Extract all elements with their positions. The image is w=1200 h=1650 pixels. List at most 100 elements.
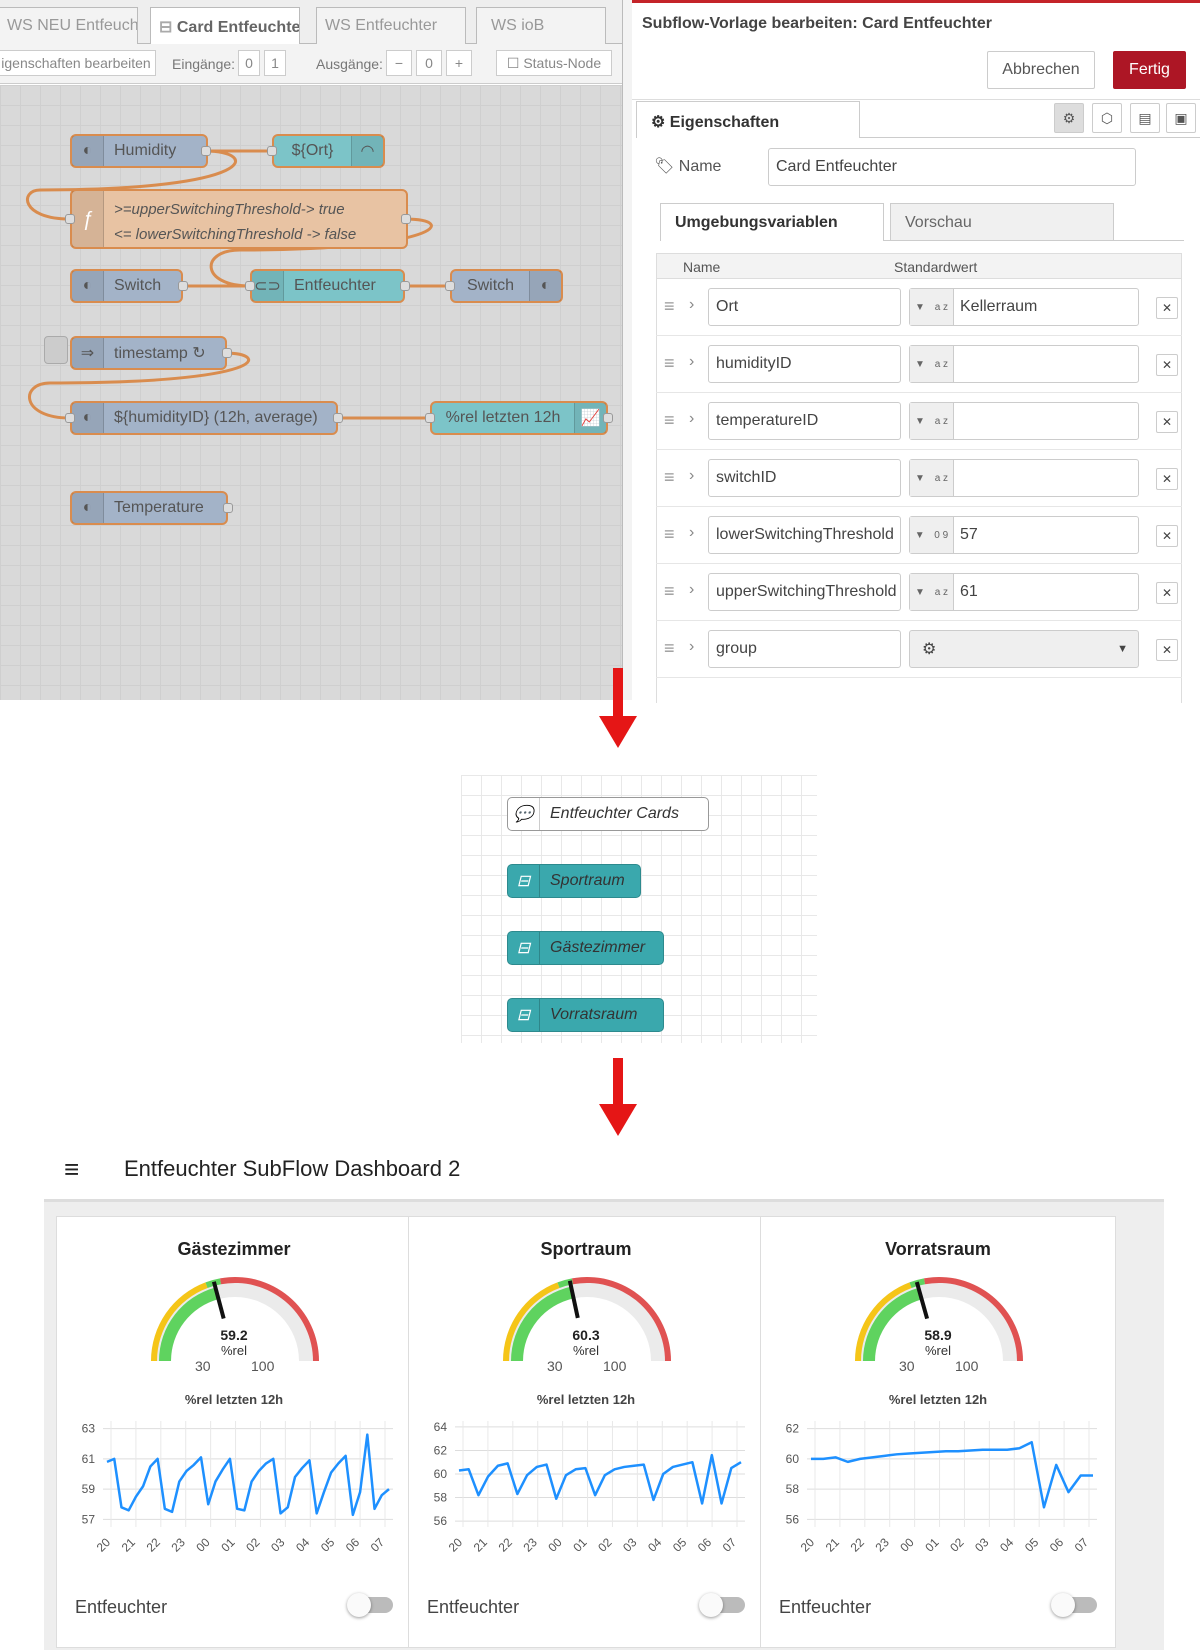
delete-icon[interactable]: ✕ xyxy=(1156,411,1178,433)
drag-handle-icon[interactable]: ≡ xyxy=(664,639,675,657)
drag-handle-icon[interactable]: ≡ xyxy=(664,354,675,372)
tab-properties[interactable]: ⚙ Eigenschaften xyxy=(636,101,860,138)
input-port[interactable] xyxy=(425,413,435,423)
outputs-plus-button[interactable]: + xyxy=(446,50,472,76)
default-value-input[interactable]: ▼ 0 9 57 xyxy=(909,516,1139,554)
type-select[interactable]: ▼ a z xyxy=(910,574,954,610)
chevron-right-icon[interactable]: › xyxy=(689,410,694,428)
node-entfeuchter-switch[interactable]: ⊂⊃ Entfeuchter xyxy=(250,269,405,303)
node-switch-out[interactable]: Switch ◐ xyxy=(450,269,563,303)
output-port[interactable] xyxy=(603,413,613,423)
default-value-input[interactable]: ▼ a z xyxy=(909,345,1139,383)
tab-ws-neu-entfeuchter[interactable]: WS NEU Entfeuchte xyxy=(0,7,138,44)
delete-icon[interactable]: ✕ xyxy=(1156,525,1178,547)
chevron-right-icon[interactable]: › xyxy=(689,638,694,656)
flow-canvas[interactable]: ◐ Humidity ${Ort} ◠ ƒ >=upperSwitchingThre… xyxy=(0,85,622,700)
node-function[interactable]: ƒ >=upperSwitchingThreshold-> true <= lo… xyxy=(70,189,408,249)
subflow-instance-sportraum[interactable]: ⊟ Sportraum xyxy=(507,864,641,898)
output-port[interactable] xyxy=(223,503,233,513)
y-tick-label: 62 xyxy=(434,1443,448,1457)
drag-handle-icon[interactable]: ≡ xyxy=(664,411,675,429)
output-port[interactable] xyxy=(222,348,232,358)
drag-handle-icon[interactable]: ≡ xyxy=(664,468,675,486)
output-port[interactable] xyxy=(178,281,188,291)
default-value-input[interactable]: ▼ a z Kellerraum xyxy=(909,288,1139,326)
inputs-0-button[interactable]: 0 xyxy=(238,50,260,76)
group-select[interactable]: ⚙ ▼ xyxy=(909,630,1139,668)
env-name-input[interactable]: Ort xyxy=(708,288,901,326)
edit-properties-button[interactable]: igenschaften bearbeiten xyxy=(0,50,156,76)
output-port[interactable] xyxy=(201,146,211,156)
tab-ws-entfeuchter[interactable]: WS Entfeuchter xyxy=(316,7,466,44)
env-name-input[interactable]: group xyxy=(708,630,901,668)
drag-handle-icon[interactable]: ≡ xyxy=(664,582,675,600)
subflow-instance-vorratsraum[interactable]: ⊟ Vorratsraum xyxy=(507,998,664,1032)
tab-env-vars[interactable]: Umgebungsvariablen xyxy=(660,203,884,241)
x-tick-label: 00 xyxy=(193,1535,213,1555)
name-input[interactable]: Card Entfeuchter xyxy=(768,148,1136,186)
type-select[interactable]: ▼ 0 9 xyxy=(910,517,954,553)
node-ort-text[interactable]: ${Ort} ◠ xyxy=(272,134,385,168)
subflow-instance-gaestezimmer[interactable]: ⊟ Gästezimmer xyxy=(507,931,664,965)
env-name-input[interactable]: switchID xyxy=(708,459,901,497)
node-chart[interactable]: %rel letzten 12h 📈 xyxy=(430,401,608,435)
outputs-minus-button[interactable]: − xyxy=(386,50,412,76)
env-name-input[interactable]: humidityID xyxy=(708,345,901,383)
delete-icon[interactable]: ✕ xyxy=(1156,639,1178,661)
delete-icon[interactable]: ✕ xyxy=(1156,468,1178,490)
appearance-icon[interactable]: ▣ xyxy=(1166,103,1196,133)
env-name-input[interactable]: lowerSwitchingThreshold xyxy=(708,516,901,554)
node-switch-in[interactable]: ◐ Switch xyxy=(70,269,183,303)
inputs-1-button[interactable]: 1 xyxy=(264,50,286,76)
drag-handle-icon[interactable]: ≡ xyxy=(664,297,675,315)
entfeuchter-toggle[interactable] xyxy=(699,1593,745,1617)
gear-icon[interactable]: ⚙ xyxy=(1054,103,1084,133)
delete-icon[interactable]: ✕ xyxy=(1156,297,1178,319)
drag-handle-icon[interactable]: ≡ xyxy=(664,525,675,543)
chevron-right-icon[interactable]: › xyxy=(689,524,694,542)
chevron-right-icon[interactable]: › xyxy=(689,353,694,371)
type-select[interactable]: ▼ a z xyxy=(910,289,954,325)
hamburger-menu-icon[interactable]: ≡ xyxy=(64,1154,79,1185)
default-value-input[interactable]: ▼ a z xyxy=(909,459,1139,497)
chevron-right-icon[interactable]: › xyxy=(689,296,694,314)
comment-node[interactable]: 💬 Entfeuchter Cards xyxy=(507,797,709,831)
input-port[interactable] xyxy=(65,214,75,224)
delete-icon[interactable]: ✕ xyxy=(1156,582,1178,604)
chevron-right-icon[interactable]: › xyxy=(689,467,694,485)
env-name-input[interactable]: upperSwitchingThreshold xyxy=(708,573,901,611)
output-port[interactable] xyxy=(400,281,410,291)
input-port[interactable] xyxy=(267,146,277,156)
output-port[interactable] xyxy=(401,214,411,224)
delete-icon[interactable]: ✕ xyxy=(1156,354,1178,376)
input-port[interactable] xyxy=(445,281,455,291)
default-value-input[interactable]: ▼ a z 61 xyxy=(909,573,1139,611)
node-label: timestamp ↻ xyxy=(114,345,206,362)
type-select[interactable]: ▼ a z xyxy=(910,460,954,496)
node-timestamp-inject[interactable]: ⇒ timestamp ↻ xyxy=(70,336,227,370)
output-port[interactable] xyxy=(333,413,343,423)
type-select[interactable]: ▼ a z xyxy=(910,346,954,382)
panel-splitter[interactable] xyxy=(622,0,632,700)
done-button[interactable]: Fertig xyxy=(1113,51,1186,89)
cancel-button[interactable]: Abbrechen xyxy=(987,51,1095,89)
instances-flow[interactable]: 💬 Entfeuchter Cards ⊟ Sportraum ⊟ Gästezimm… xyxy=(461,775,817,1043)
chevron-right-icon[interactable]: › xyxy=(689,581,694,599)
tab-preview[interactable]: Vorschau xyxy=(890,203,1114,241)
inject-button[interactable] xyxy=(44,336,68,364)
status-node-toggle[interactable]: ☐ Status-Node xyxy=(496,50,612,76)
document-icon[interactable]: ▤ xyxy=(1130,103,1160,133)
tab-card-entfeuchter[interactable]: ⊟ Card Entfeuchte xyxy=(150,7,300,44)
env-name-input[interactable]: temperatureID xyxy=(708,402,901,440)
node-history[interactable]: ◐ ${humidityID} (12h, average) xyxy=(70,401,338,435)
node-temperature[interactable]: ◐ Temperature xyxy=(70,491,228,525)
input-port[interactable] xyxy=(65,413,75,423)
node-humidity[interactable]: ◐ Humidity xyxy=(70,134,208,168)
type-select[interactable]: ▼ a z xyxy=(910,403,954,439)
input-port[interactable] xyxy=(245,281,255,291)
entfeuchter-toggle[interactable] xyxy=(1051,1593,1097,1617)
default-value-input[interactable]: ▼ a z xyxy=(909,402,1139,440)
cube-icon[interactable]: ⬡ xyxy=(1092,103,1122,133)
tab-ws-iob[interactable]: WS ioB xyxy=(476,7,606,44)
entfeuchter-toggle[interactable] xyxy=(347,1593,393,1617)
